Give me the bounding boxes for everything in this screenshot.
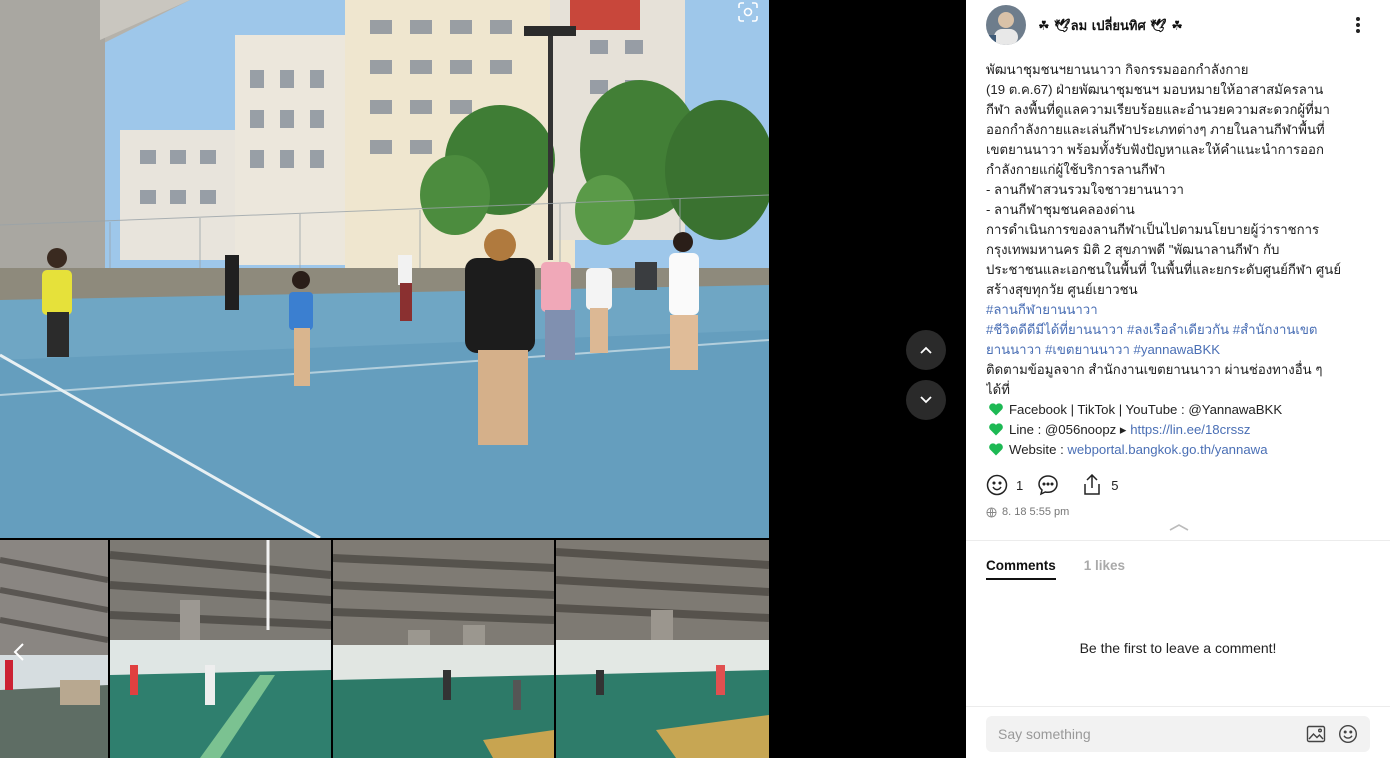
timestamp-text: 8. 18 5:55 pm bbox=[1002, 506, 1070, 518]
post-body-line: กีฬา ลงพื้นที่ดูแลความเรียบร้อยและอำนวยค… bbox=[986, 100, 1378, 120]
previous-image-button[interactable] bbox=[906, 330, 946, 370]
hashtag-link[interactable]: ยานนาวา bbox=[986, 342, 1041, 357]
comment-icon bbox=[1038, 475, 1058, 496]
post-body: พัฒนาชุมชนฯยานนาวา กิจกรรมออกกำลังกาย (1… bbox=[986, 60, 1378, 460]
post-text: สร้างสุขทุกวัย ศูนย์เยาวชน bbox=[986, 282, 1138, 297]
post-actions: 1 5 bbox=[986, 472, 1132, 498]
post-panel: ☘ 🕊ลม เปลี่ยนทิศ 🕊 ☘ พัฒนาชุมชนฯยานนาวา … bbox=[966, 0, 1390, 758]
reaction-button[interactable]: 1 bbox=[986, 474, 1023, 496]
external-link[interactable]: webportal.bangkok.go.th/yannawa bbox=[1067, 442, 1267, 457]
post-body-line: ได้ที่ bbox=[986, 380, 1378, 400]
post-text: เขตยานนาวา พร้อมทั้งรับฟังปัญหาและให้คำแ… bbox=[986, 142, 1324, 157]
media-viewer bbox=[0, 0, 966, 758]
post-body-line: - ลานกีฬาสวนรวมใจชาวยานนาวา bbox=[986, 180, 1378, 200]
thumbnail-4[interactable] bbox=[556, 540, 769, 758]
empty-comments-message: Be the first to leave a comment! bbox=[1079, 640, 1277, 656]
post-body-line: สร้างสุขทุกวัย ศูนย์เยาวชน bbox=[986, 280, 1378, 300]
court-photo bbox=[0, 0, 769, 538]
hashtag-link[interactable]: #ชีวิตดีดีมีได้ที่ยานนาวา bbox=[986, 322, 1123, 337]
post-body-line: พัฒนาชุมชนฯยานนาวา กิจกรรมออกกำลังกาย bbox=[986, 60, 1378, 80]
post-text: - ลานกีฬาชุมชนคลองด่าน bbox=[986, 202, 1135, 217]
comment-input[interactable] bbox=[998, 726, 1294, 742]
more-options-icon[interactable] bbox=[1348, 14, 1368, 36]
post-body-line: Line : @056noopz ▸ https://lin.ee/18crss… bbox=[986, 420, 1378, 440]
share-icon bbox=[1084, 474, 1100, 495]
hashtag-link[interactable]: #yannawaBKK bbox=[1134, 342, 1221, 357]
post-text: กำลังกายแก่ผู้ใช้บริการลานกีฬา bbox=[986, 162, 1166, 177]
post-text: ได้ที่ bbox=[986, 382, 1010, 397]
green-heart-icon bbox=[989, 403, 1003, 416]
green-heart-icon bbox=[989, 443, 1003, 456]
thumbnail-2[interactable] bbox=[110, 540, 331, 758]
post-body-line: ออกกำลังกายและเล่นกีฬาประเภทต่างๆ ภายในล… bbox=[986, 120, 1378, 140]
emoji-icon[interactable] bbox=[1338, 724, 1358, 744]
hashtag-link[interactable]: #สำนักงานเขต bbox=[1233, 322, 1318, 337]
tab-likes[interactable]: 1 likes bbox=[1084, 558, 1125, 580]
post-text: - ลานกีฬาสวนรวมใจชาวยานนาวา bbox=[986, 182, 1184, 197]
post-body-line: กำลังกายแก่ผู้ใช้บริการลานกีฬา bbox=[986, 160, 1378, 180]
collapse-icon[interactable] bbox=[1168, 518, 1190, 531]
post-text: Facebook | TikTok | YouTube : @YannawaBK… bbox=[1009, 402, 1283, 417]
post-body-line: ประชาชนและเอกชนในพื้นที่ ในพื้นที่และยกร… bbox=[986, 260, 1378, 280]
chevron-up-icon bbox=[920, 346, 932, 354]
chevron-left-icon[interactable] bbox=[8, 640, 32, 664]
post-body-line: การดำเนินการของลานกีฬาเป็นไปตามนโยบายผู้… bbox=[986, 220, 1378, 240]
comment-composer bbox=[986, 716, 1370, 752]
comment-button[interactable] bbox=[1037, 474, 1067, 496]
post-text: ประชาชนและเอกชนในพื้นที่ ในพื้นที่และยกร… bbox=[986, 262, 1342, 277]
next-image-button[interactable] bbox=[906, 380, 946, 420]
thumbnail-strip bbox=[0, 540, 769, 758]
image-upload-icon[interactable] bbox=[1306, 725, 1326, 743]
globe-icon bbox=[986, 506, 997, 518]
author-name[interactable]: ☘ 🕊ลม เปลี่ยนทิศ 🕊 ☘ bbox=[1038, 15, 1183, 36]
reaction-count: 1 bbox=[1016, 477, 1024, 493]
main-photo[interactable] bbox=[0, 0, 769, 538]
post-text: ติดตามข้อมูลจาก สำนักงานเขตยานนาวา ผ่านช… bbox=[986, 362, 1323, 377]
share-button[interactable]: 5 bbox=[1081, 474, 1118, 496]
green-heart-icon bbox=[989, 423, 1003, 436]
scan-icon[interactable] bbox=[734, 0, 762, 24]
post-text: กรุงเทพมหานคร มิติ 2 สุขภาพดี "พัฒนาลานก… bbox=[986, 242, 1280, 257]
hashtag-link[interactable]: #เขตยานนาวา bbox=[1045, 342, 1130, 357]
post-body-line: Facebook | TikTok | YouTube : @YannawaBK… bbox=[986, 400, 1378, 420]
post-body-line: ยานนาวา #เขตยานนาวา #yannawaBKK bbox=[986, 340, 1378, 360]
post-header: ☘ 🕊ลม เปลี่ยนทิศ 🕊 ☘ bbox=[986, 4, 1380, 46]
post-text: ออกกำลังกายและเล่นกีฬาประเภทต่างๆ ภายในล… bbox=[986, 122, 1325, 137]
post-text: พัฒนาชุมชนฯยานนาวา กิจกรรมออกกำลังกาย bbox=[986, 62, 1249, 77]
post-text: (19 ต.ค.67) ฝ่ายพัฒนาชุมชนฯ มอบหมายให้อา… bbox=[986, 82, 1324, 97]
post-body-line: ติดตามข้อมูลจาก สำนักงานเขตยานนาวา ผ่านช… bbox=[986, 360, 1378, 380]
post-text: Website : bbox=[1009, 442, 1068, 457]
post-text: กีฬา ลงพื้นที่ดูแลความเรียบร้อยและอำนวยค… bbox=[986, 102, 1330, 117]
post-timestamp: 8. 18 5:55 pm bbox=[986, 506, 1069, 518]
post-body-line: #ลานกีฬายานนาวา bbox=[986, 300, 1378, 320]
post-body-line: (19 ต.ค.67) ฝ่ายพัฒนาชุมชนฯ มอบหมายให้อา… bbox=[986, 80, 1378, 100]
tab-comments[interactable]: Comments bbox=[986, 558, 1056, 580]
post-body-line: #ชีวิตดีดีมีได้ที่ยานนาวา #ลงเรือลำเดียว… bbox=[986, 320, 1378, 340]
smiley-icon bbox=[986, 474, 1008, 496]
post-body-line: Website : webportal.bangkok.go.th/yannaw… bbox=[986, 440, 1378, 460]
chevron-down-icon bbox=[920, 396, 932, 404]
avatar[interactable] bbox=[986, 5, 1026, 45]
post-body-line: กรุงเทพมหานคร มิติ 2 สุขภาพดี "พัฒนาลานก… bbox=[986, 240, 1378, 260]
divider bbox=[966, 540, 1390, 541]
comment-tabs: Comments 1 likes bbox=[986, 558, 1153, 580]
thumbnail-3[interactable] bbox=[333, 540, 554, 758]
hashtag-link[interactable]: #ลานกีฬายานนาวา bbox=[986, 302, 1098, 317]
post-body-line: เขตยานนาวา พร้อมทั้งรับฟังปัญหาและให้คำแ… bbox=[986, 140, 1378, 160]
external-link[interactable]: https://lin.ee/18crssz bbox=[1130, 422, 1250, 437]
hashtag-link[interactable]: #ลงเรือลำเดียวกัน bbox=[1127, 322, 1229, 337]
post-text: การดำเนินการของลานกีฬาเป็นไปตามนโยบายผู้… bbox=[986, 222, 1320, 237]
post-body-line: - ลานกีฬาชุมชนคลองด่าน bbox=[986, 200, 1378, 220]
divider bbox=[966, 706, 1390, 707]
share-count: 5 bbox=[1111, 477, 1119, 493]
app-root: ☘ 🕊ลม เปลี่ยนทิศ 🕊 ☘ พัฒนาชุมชนฯยานนาวา … bbox=[0, 0, 1390, 758]
post-text: Line : @056noopz ▸ bbox=[1009, 422, 1131, 437]
